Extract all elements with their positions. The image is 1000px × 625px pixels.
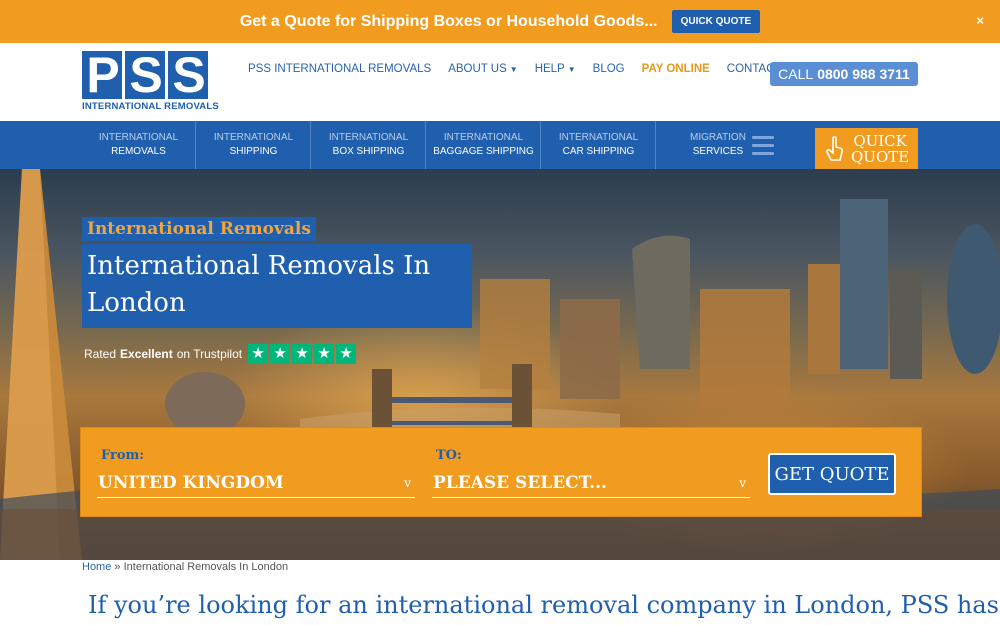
menu-icon[interactable]: [751, 135, 774, 155]
get-quote-button[interactable]: GET QUOTE: [768, 453, 896, 495]
caret-down-icon: ▼: [509, 65, 518, 74]
trust-excellent-text: Excellent: [120, 347, 173, 361]
breadcrumb: Home » International Removals In London: [82, 561, 288, 573]
mainnav-item-top: MIGRATION: [690, 132, 746, 143]
logo-subtitle: INTERNATIONAL REMOVALS: [82, 101, 219, 112]
nav-pss-international-removals[interactable]: PSS INTERNATIONAL REMOVALS: [248, 63, 431, 75]
nav-about-us-label: ABOUT US: [448, 63, 507, 75]
logo-letter: S: [168, 50, 208, 100]
close-icon[interactable]: ×: [976, 13, 984, 28]
chevron-down-icon: v: [404, 475, 411, 490]
star-icon: ★: [336, 344, 357, 364]
breadcrumb-home-link[interactable]: Home: [82, 561, 111, 573]
star-icon: ★: [248, 344, 269, 364]
nav-about-us[interactable]: ABOUT US ▼: [448, 63, 518, 75]
mainnav-car-shipping[interactable]: INTERNATIONAL CAR SHIPPING: [542, 121, 656, 169]
from-select[interactable]: UNITED KINGDOM v: [97, 468, 415, 498]
mainnav-item-bottom: SERVICES: [692, 146, 744, 157]
trustpilot-rating[interactable]: Rated Excellent on Trustpilot ★ ★ ★ ★ ★: [84, 344, 357, 364]
to-select[interactable]: PLEASE SELECT... v: [432, 468, 750, 498]
hero-subtitle: International Removals: [82, 217, 316, 241]
mainnav-item-bottom: BOX SHIPPING: [332, 146, 405, 157]
mainnav-item-top: INTERNATIONAL: [213, 132, 294, 143]
mainnav-international-removals[interactable]: INTERNATIONAL REMOVALS: [82, 121, 196, 169]
to-label: TO:: [436, 448, 462, 463]
mainnav-baggage-shipping[interactable]: INTERNATIONAL BAGGAGE SHIPPING: [427, 121, 541, 169]
phone-number: 0800 988 3711: [817, 66, 910, 82]
mainnav-item-bottom: SHIPPING: [229, 146, 278, 157]
breadcrumb-separator: »: [114, 561, 121, 573]
promo-bar: Get a Quote for Shipping Boxes or Househ…: [0, 0, 1000, 43]
promo-text: Get a Quote for Shipping Boxes or Househ…: [239, 12, 658, 30]
mainnav-item-bottom: BAGGAGE SHIPPING: [433, 146, 534, 157]
trust-on-text: on Trustpilot: [176, 347, 243, 361]
trustpilot-stars: ★ ★ ★ ★ ★: [248, 344, 357, 364]
logo-letter: P: [82, 50, 122, 100]
trust-rated-text: Rated: [84, 347, 117, 361]
mainnav-item-bottom: REMOVALS: [111, 146, 166, 157]
quote-form: From: UNITED KINGDOM v TO: PLEASE SELECT…: [80, 427, 922, 517]
mainnav-international-shipping[interactable]: INTERNATIONAL SHIPPING: [197, 121, 311, 169]
mainnav-item-top: INTERNATIONAL: [443, 132, 524, 143]
quick-quote-button[interactable]: QUICK QUOTE: [815, 128, 918, 170]
call-prefix: CALL: [778, 66, 814, 82]
to-select-value: PLEASE SELECT...: [433, 472, 607, 493]
quick-quote-line2: QUOTE: [851, 148, 910, 166]
caret-down-icon: ▼: [567, 65, 576, 74]
page-title: International Removals In London: [82, 244, 472, 328]
breadcrumb-current: International Removals In London: [123, 561, 289, 573]
site-header: P S S INTERNATIONAL REMOVALS PSS INTERNA…: [0, 43, 1000, 121]
mainnav-box-shipping[interactable]: INTERNATIONAL BOX SHIPPING: [312, 121, 426, 169]
nav-help[interactable]: HELP ▼: [535, 63, 576, 75]
intro-heading: If you’re looking for an international r…: [88, 591, 999, 619]
top-nav: PSS INTERNATIONAL REMOVALS ABOUT US ▼ HEL…: [248, 63, 818, 75]
mainnav-item-top: INTERNATIONAL: [328, 132, 409, 143]
pss-logo[interactable]: P S S INTERNATIONAL REMOVALS: [82, 50, 219, 113]
call-button[interactable]: CALL 0800 988 3711: [770, 62, 918, 86]
logo-letter: S: [125, 50, 165, 100]
from-select-value: UNITED KINGDOM: [98, 472, 284, 493]
from-label: From:: [101, 448, 145, 463]
hero-banner: International Removals International Rem…: [0, 169, 1000, 560]
chevron-down-icon: v: [739, 475, 746, 490]
quick-quote-line1: QUICK: [853, 132, 907, 150]
star-icon: ★: [314, 344, 335, 364]
star-icon: ★: [292, 344, 313, 364]
promo-quick-quote-button[interactable]: QUICK QUOTE: [671, 10, 761, 33]
pointer-hand-icon: [826, 136, 843, 161]
nav-help-label: HELP: [534, 63, 565, 75]
mainnav-migration-services[interactable]: MIGRATION SERVICES: [690, 121, 774, 169]
mainnav-item-top: INTERNATIONAL: [98, 132, 179, 143]
star-icon: ★: [270, 344, 291, 364]
nav-pay-online[interactable]: PAY ONLINE: [642, 63, 710, 75]
mainnav-item-top: INTERNATIONAL: [558, 132, 639, 143]
main-nav: INTERNATIONAL REMOVALS INTERNATIONAL SHI…: [0, 121, 1000, 170]
mainnav-item-bottom: CAR SHIPPING: [562, 146, 635, 157]
nav-blog[interactable]: BLOG: [593, 63, 625, 75]
